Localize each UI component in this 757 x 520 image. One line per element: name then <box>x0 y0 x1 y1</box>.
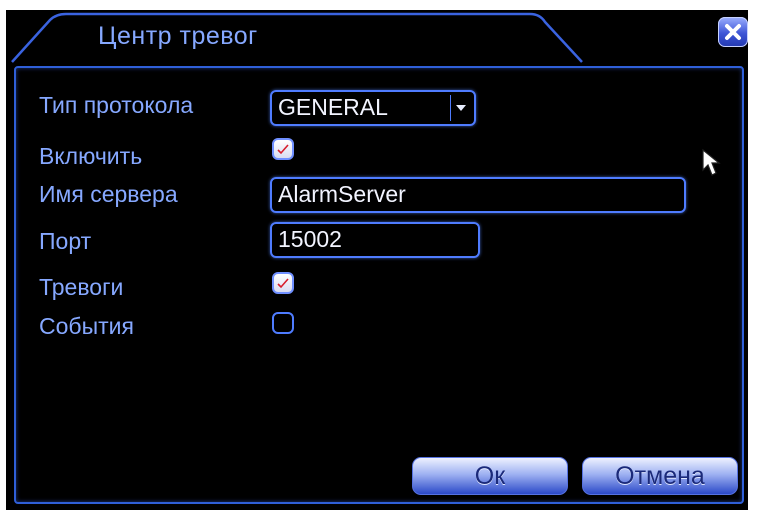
port-value: 15002 <box>278 226 342 252</box>
port-label: Порт <box>39 228 92 254</box>
cancel-button[interactable]: Отмена <box>582 457 738 495</box>
alarms-checkbox[interactable] <box>272 272 294 294</box>
close-button[interactable] <box>718 17 748 47</box>
ok-button[interactable]: Ок <box>412 457 568 495</box>
port-input[interactable]: 15002 <box>270 222 480 258</box>
events-checkbox[interactable] <box>272 312 294 334</box>
events-label: События <box>39 313 134 339</box>
alarm-center-dialog: Центр тревог Тип протокола GENERAL Включ… <box>6 10 748 510</box>
enable-checkbox[interactable] <box>272 138 294 160</box>
server-name-label: Имя сервера <box>39 181 178 207</box>
server-name-input[interactable]: AlarmServer <box>270 177 686 213</box>
chevron-down-icon[interactable] <box>450 95 471 121</box>
alarms-label: Тревоги <box>39 274 124 300</box>
settings-panel <box>14 66 744 504</box>
protocol-type-label: Тип протокола <box>39 92 194 118</box>
mouse-pointer-icon <box>702 148 721 176</box>
close-icon <box>725 24 741 40</box>
dialog-title: Центр тревог <box>98 22 258 50</box>
enable-label: Включить <box>39 143 143 169</box>
title-tab: Центр тревог <box>10 10 600 64</box>
check-icon <box>277 144 289 155</box>
check-icon <box>277 278 289 289</box>
protocol-type-value: GENERAL <box>278 94 388 120</box>
protocol-type-select[interactable]: GENERAL <box>270 90 476 126</box>
server-name-value: AlarmServer <box>278 181 406 207</box>
